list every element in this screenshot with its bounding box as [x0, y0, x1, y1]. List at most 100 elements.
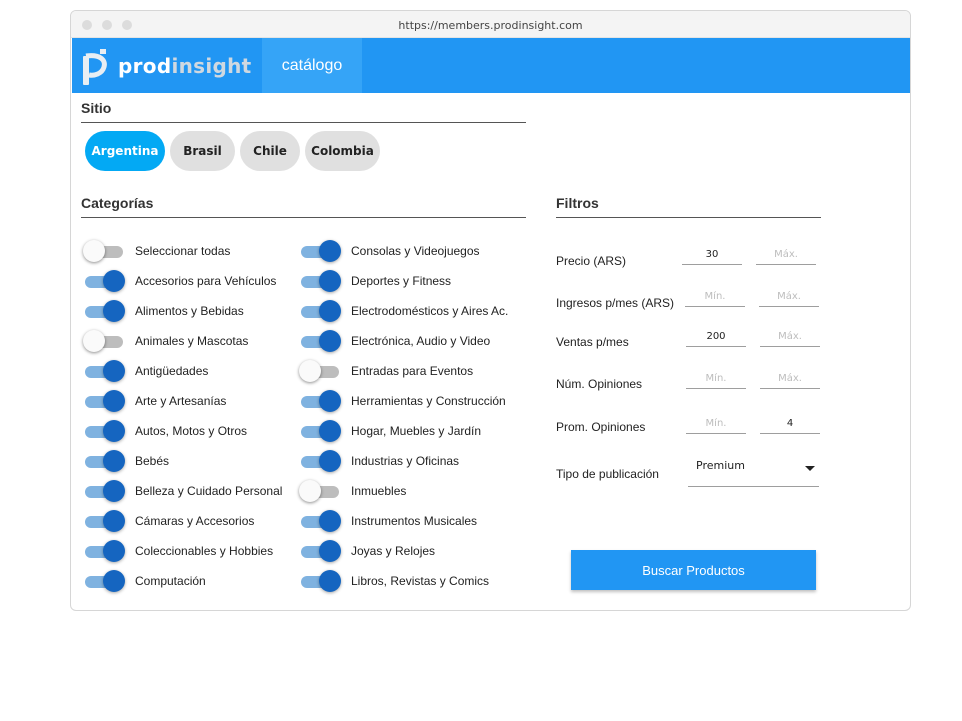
num-opiniones-max-input[interactable] [760, 369, 820, 389]
toggle-thumb [319, 420, 341, 442]
category-row-electrodomesticos-y-aires-ac: Electrodomésticos y Aires Ac. [297, 296, 527, 326]
category-row-herramientas-y-construccion: Herramientas y Construcción [297, 386, 527, 416]
tipo-publicacion-select[interactable]: Premium [688, 456, 819, 487]
category-toggle-coleccionables-y-hobbies[interactable] [83, 540, 125, 562]
category-row-antiguedades: Antigüedades [81, 356, 291, 386]
category-toggle-antiguedades[interactable] [83, 360, 125, 382]
toggle-thumb [319, 390, 341, 412]
ingresos-max-input[interactable] [759, 287, 819, 307]
ingresos-min-input[interactable] [685, 287, 745, 307]
nav-tab-catalogo[interactable]: catálogo [262, 38, 362, 93]
ventas-max-input[interactable] [760, 327, 820, 347]
toggle-thumb [103, 480, 125, 502]
precio-max-input[interactable] [756, 245, 816, 265]
category-label: Seleccionar todas [135, 244, 231, 258]
category-label: Instrumentos Musicales [351, 514, 478, 528]
category-row-libros-revistas-y-comics: Libros, Revistas y Comics [297, 566, 527, 596]
address-bar-url[interactable]: https://members.prodinsight.com [71, 19, 910, 32]
category-label: Electrodomésticos y Aires Ac. [351, 304, 509, 318]
category-label: Computación [135, 574, 206, 588]
toggle-thumb [319, 270, 341, 292]
toggle-thumb [103, 390, 125, 412]
toggle-thumb [299, 480, 321, 502]
category-toggle-libros-revistas-y-comics[interactable] [299, 570, 341, 592]
toggle-thumb [103, 420, 125, 442]
category-toggle-deportes-y-fitness[interactable] [299, 270, 341, 292]
precio-min-input[interactable] [682, 245, 742, 265]
prom-opiniones-max-input[interactable] [760, 414, 820, 434]
category-label: Cámaras y Accesorios [135, 514, 255, 528]
category-label: Accesorios para Vehículos [135, 274, 277, 288]
buscar-productos-button[interactable]: Buscar Productos [571, 550, 816, 590]
category-toggle-inmuebles[interactable] [299, 480, 339, 502]
prom-opiniones-min-input[interactable] [686, 414, 746, 434]
category-toggle-industrias-y-oficinas[interactable] [299, 450, 341, 472]
toggle-thumb [319, 570, 341, 592]
toggle-thumb [103, 540, 125, 562]
category-row-industrias-y-oficinas: Industrias y Oficinas [297, 446, 527, 476]
category-row-alimentos-y-bebidas: Alimentos y Bebidas [81, 296, 291, 326]
category-label: Belleza y Cuidado Personal [135, 484, 283, 498]
chip-colombia[interactable]: Colombia [305, 131, 380, 171]
category-toggle-electronica-audio-y-video[interactable] [299, 330, 341, 352]
category-toggle-bebes[interactable] [83, 450, 125, 472]
tipo-publicacion-label: Tipo de publicación [556, 467, 659, 481]
tipo-publicacion-value: Premium [696, 459, 745, 472]
ingresos-label: Ingresos p/mes (ARS) [556, 296, 675, 310]
category-label: Alimentos y Bebidas [135, 304, 244, 318]
category-label: Industrias y Oficinas [351, 454, 460, 468]
category-toggle-animales-y-mascotas[interactable] [83, 330, 123, 352]
category-label: Animales y Mascotas [135, 334, 249, 348]
toggle-thumb [299, 360, 321, 382]
toggle-thumb [83, 240, 105, 262]
categories-column-right: Consolas y Videojuegos Deportes y Fitness… [297, 236, 527, 596]
chip-chile[interactable]: Chile [240, 131, 300, 171]
category-toggle-entradas-para-eventos[interactable] [299, 360, 339, 382]
category-label: Entradas para Eventos [351, 364, 474, 378]
category-toggle-instrumentos-musicales[interactable] [299, 510, 341, 532]
category-row-joyas-y-relojes: Joyas y Relojes [297, 536, 527, 566]
num-opiniones-label: Núm. Opiniones [556, 377, 643, 391]
category-label: Hogar, Muebles y Jardín [351, 424, 482, 438]
chip-brasil[interactable]: Brasil [170, 131, 235, 171]
chip-argentina[interactable]: Argentina [85, 131, 165, 171]
category-label: Herramientas y Construcción [351, 394, 506, 408]
category-row-hogar-muebles-y-jardin: Hogar, Muebles y Jardín [297, 416, 527, 446]
category-toggle-herramientas-y-construccion[interactable] [299, 390, 341, 412]
logo-mark-icon [83, 49, 107, 85]
category-row-animales-y-mascotas: Animales y Mascotas [81, 326, 291, 356]
category-row-accesorios-para-vehiculos: Accesorios para Vehículos [81, 266, 291, 296]
prom-opiniones-label: Prom. Opiniones [556, 420, 646, 434]
prodinsight-logo[interactable]: prodinsight [82, 46, 252, 86]
category-toggle-joyas-y-relojes[interactable] [299, 540, 341, 562]
category-toggle-hogar-muebles-y-jardin[interactable] [299, 420, 341, 442]
num-opiniones-min-input[interactable] [686, 369, 746, 389]
toggle-thumb [83, 330, 105, 352]
category-toggle-autos-motos-y-otros[interactable] [83, 420, 125, 442]
toggle-thumb [319, 330, 341, 352]
logo-wordmark: prodinsight [118, 54, 252, 78]
category-label: Consolas y Videojuegos [351, 244, 480, 258]
category-toggle-belleza-y-cuidado-personal[interactable] [83, 480, 125, 502]
ventas-min-input[interactable] [686, 327, 746, 347]
ventas-label: Ventas p/mes [556, 335, 629, 349]
dropdown-caret-icon [805, 466, 815, 471]
category-toggle-accesorios-para-vehiculos[interactable] [83, 270, 125, 292]
category-label: Deportes y Fitness [351, 274, 452, 288]
category-toggle-computacion[interactable] [83, 570, 125, 592]
category-label: Antigüedades [135, 364, 209, 378]
category-label: Libros, Revistas y Comics [351, 574, 490, 588]
category-toggle-arte-y-artesanias[interactable] [83, 390, 125, 412]
toggle-thumb [103, 570, 125, 592]
category-toggle-seleccionar-todas[interactable] [83, 240, 123, 262]
toggle-thumb [103, 300, 125, 322]
category-toggle-camaras-y-accesorios[interactable] [83, 510, 125, 532]
category-row-bebes: Bebés [81, 446, 291, 476]
category-toggle-electrodomesticos-y-aires-ac[interactable] [299, 300, 341, 322]
category-row-electronica-audio-y-video: Electrónica, Audio y Video [297, 326, 527, 356]
category-toggle-alimentos-y-bebidas[interactable] [83, 300, 125, 322]
toggle-thumb [103, 270, 125, 292]
category-toggle-consolas-y-videojuegos[interactable] [299, 240, 341, 262]
filtros-section-title: Filtros [556, 195, 821, 218]
logo-text-insight: insight [171, 54, 252, 78]
